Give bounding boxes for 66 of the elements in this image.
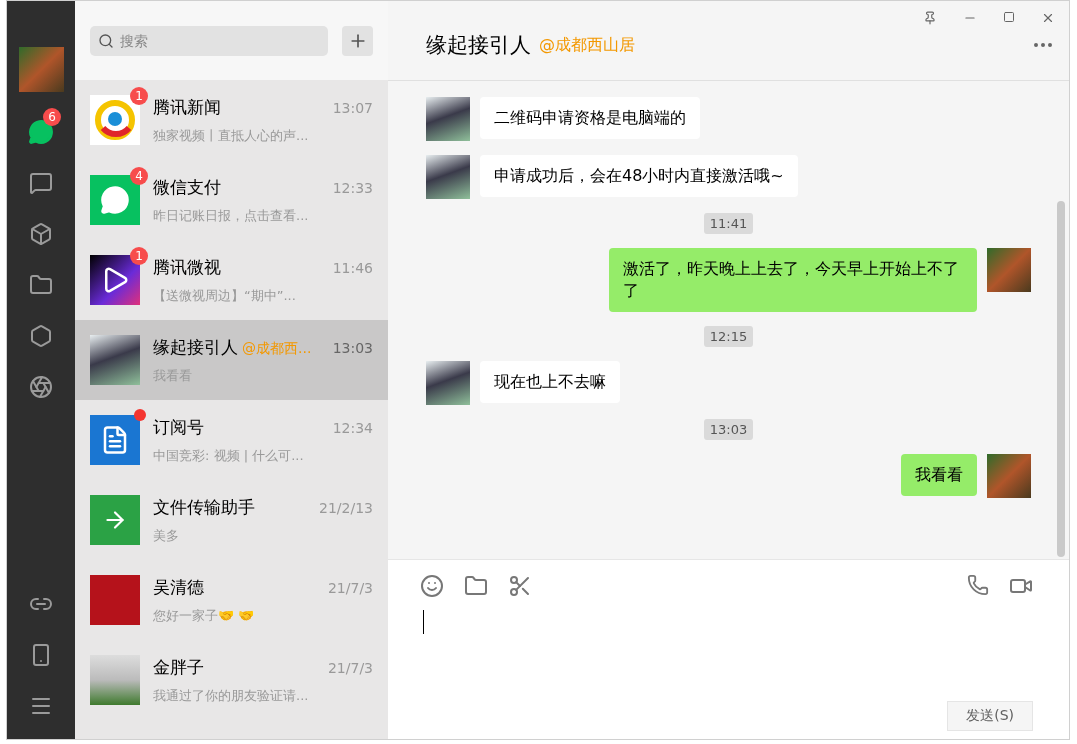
chat-preview: 【送微视周边】“期中”... <box>153 286 297 305</box>
chat-item[interactable]: 4 微信支付 12:33 昨日记账日报，点击查看... <box>75 160 388 240</box>
timestamp: 11:41 <box>703 213 754 234</box>
photo-placeholder <box>90 575 140 625</box>
maximize-icon[interactable] <box>1003 11 1015 23</box>
chat-item[interactable]: 订阅号 12:34 中国竞彩: 视频 | 什么可... <box>75 400 388 480</box>
message-bubble: 我看看 <box>901 454 977 496</box>
chat-preview: 美多 <box>153 526 180 545</box>
chat-item[interactable]: 1 腾讯新闻 13:07 独家视频丨直抵人心的声... <box>75 80 388 160</box>
folder-icon[interactable] <box>464 574 488 598</box>
text-cursor <box>423 610 424 634</box>
smile-icon[interactable] <box>420 574 444 598</box>
chat-title: 缘起接引人 <box>426 32 531 59</box>
chat-time: 13:03 <box>332 339 373 356</box>
chat-name: 腾讯新闻 <box>153 95 221 119</box>
chat-time: 13:07 <box>332 99 373 116</box>
avatar-image <box>90 335 140 385</box>
chat-time: 21/2/13 <box>319 499 373 516</box>
group-tag: @成都西山居 <box>539 34 635 56</box>
timestamp: 13:03 <box>703 419 754 440</box>
avatar-image <box>426 155 470 199</box>
user-avatar[interactable] <box>18 47 64 92</box>
unread-count: 4 <box>130 167 148 185</box>
document-logo-icon <box>90 415 140 465</box>
unread-count: 6 <box>43 108 61 126</box>
send-button[interactable]: 发送(S) <box>947 701 1033 731</box>
message-bubble: 二维码申请资格是电脑端的 <box>480 97 700 139</box>
chat-time: 11:46 <box>332 259 373 276</box>
search-icon <box>98 32 114 49</box>
unread-count: 1 <box>130 87 148 105</box>
avatar-image <box>987 454 1031 498</box>
close-icon[interactable] <box>1041 11 1055 25</box>
chat-name: 微信支付 <box>153 175 221 199</box>
chat-name: 缘起接引人 <box>153 335 238 359</box>
add-button[interactable] <box>342 25 373 56</box>
chat-name: 腾讯微视 <box>153 255 221 279</box>
chat-preview: 中国竞彩: 视频 | 什么可... <box>153 446 305 465</box>
chat-time: 21/7/3 <box>327 579 373 596</box>
chat-preview: 我通过了你的朋友验证请... <box>153 686 310 705</box>
chat-time: 21/7/3 <box>327 659 373 676</box>
pin-icon[interactable] <box>923 11 937 25</box>
chat-name: 订阅号 <box>153 415 204 439</box>
chat-preview: 昨日记账日报，点击查看... <box>153 206 310 225</box>
message-bubble: 申请成功后，会在48小时内直接激活哦~ <box>480 155 798 197</box>
avatar-image <box>426 97 470 141</box>
chat-item[interactable]: 文件传输助手 21/2/13 美多 <box>75 480 388 560</box>
chat-name: 吴清德 <box>153 575 204 599</box>
chat-time: 12:34 <box>332 419 373 436</box>
message-bubble: 激活了，昨天晚上上去了，今天早上开始上不了了 <box>609 248 977 312</box>
unread-count: 1 <box>130 247 148 265</box>
chat-name: 文件传输助手 <box>153 495 255 519</box>
avatar-image <box>987 248 1031 292</box>
timestamp: 12:15 <box>703 326 754 347</box>
chat-name: 金胖子 <box>153 655 204 679</box>
scissors-icon[interactable] <box>508 574 532 598</box>
chat-time: 12:33 <box>332 179 373 196</box>
chat-item[interactable]: 1 腾讯微视 11:46 【送微视周边】“期中”... <box>75 240 388 320</box>
chat-item[interactable]: 金胖子 21/7/3 我通过了你的朋友验证请... <box>75 640 388 720</box>
scrollbar[interactable] <box>1057 201 1065 557</box>
phone-icon[interactable] <box>967 574 989 596</box>
photo-placeholder <box>90 655 140 705</box>
search-field[interactable]: 搜索 <box>90 25 328 56</box>
message-bubble: 现在也上不去嘛 <box>480 361 620 403</box>
group-tag: @成都西... <box>242 339 312 358</box>
avatar-image <box>426 361 470 405</box>
chat-preview: 独家视频丨直抵人心的声... <box>153 126 310 145</box>
